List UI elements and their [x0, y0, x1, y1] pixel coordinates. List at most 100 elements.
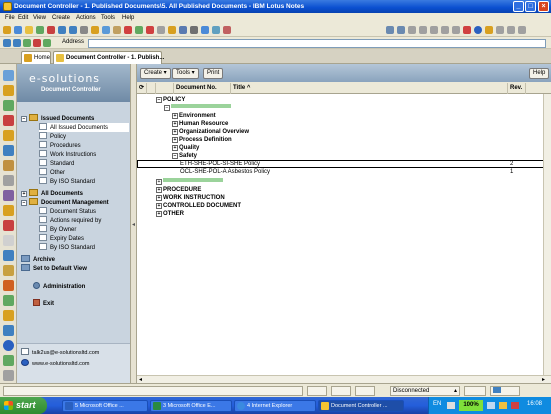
tray-icon-3[interactable]: [499, 402, 507, 409]
remove-icon[interactable]: [146, 26, 154, 34]
view-row[interactable]: − POLICY: [137, 96, 551, 104]
tab-document-controller[interactable]: Document Controller - 1. Publish...: [53, 51, 164, 64]
view-row[interactable]: + Human Resource: [137, 120, 551, 128]
bookmark-teamroom-icon[interactable]: [3, 295, 14, 306]
taskbar-item-document-controller[interactable]: Document Controller ...: [318, 400, 404, 412]
contact-website[interactable]: www.e-solutionsltd.com: [21, 359, 89, 367]
taskbar-item-internet-explorer[interactable]: 4 Internet Explorer: [234, 400, 316, 412]
language-indicator[interactable]: EN: [433, 401, 441, 407]
maximize-button[interactable]: □: [525, 1, 536, 12]
bookmark-mail-icon[interactable]: [3, 70, 14, 81]
bookmark-replication-icon[interactable]: [3, 130, 14, 141]
view-row[interactable]: + Environment: [137, 112, 551, 120]
menu-actions[interactable]: Actions: [76, 15, 96, 21]
expand-twistie-icon[interactable]: +: [172, 129, 178, 135]
bookmark-tools-icon[interactable]: [3, 265, 14, 276]
nav-item-procedures[interactable]: Procedures: [39, 141, 81, 150]
mail-icon[interactable]: [179, 26, 187, 34]
nav-forward-icon[interactable]: [13, 39, 21, 47]
bookmark-documents-icon[interactable]: [3, 310, 14, 321]
collapse-icon[interactable]: −: [21, 200, 27, 206]
expand-twistie-icon[interactable]: +: [156, 187, 162, 193]
expand-twistie-icon[interactable]: +: [172, 145, 178, 151]
nav-item-set-to-default-view[interactable]: Set to Default View: [21, 264, 87, 273]
scroll-left-icon[interactable]: ◂: [139, 376, 142, 383]
alert-icon[interactable]: [463, 26, 471, 34]
replicate-icon[interactable]: [201, 26, 209, 34]
close-button[interactable]: ×: [538, 1, 549, 12]
menu-create[interactable]: Create: [52, 15, 70, 21]
copy-icon[interactable]: [102, 26, 110, 34]
tools-button[interactable]: Tools ▾: [172, 68, 199, 79]
scroll-right-icon[interactable]: ▸: [542, 376, 545, 383]
nav-item-expiry-dates[interactable]: Expiry Dates: [39, 234, 84, 243]
bookmark-notes-icon[interactable]: [3, 235, 14, 246]
globe-icon[interactable]: [474, 26, 482, 34]
taskbar-item-office-2[interactable]: 3 Microsoft Office E...: [150, 400, 232, 412]
arrange-icon[interactable]: [430, 26, 438, 34]
back-icon[interactable]: [58, 26, 66, 34]
nav-back-icon[interactable]: [3, 39, 11, 47]
bookmark-reports-icon[interactable]: [3, 355, 14, 366]
home-icon[interactable]: [23, 39, 31, 47]
expand-twistie-icon[interactable]: +: [156, 211, 162, 217]
menu-help[interactable]: Help: [122, 15, 134, 21]
paste-icon[interactable]: [113, 26, 121, 34]
view-row[interactable]: + OTHER: [137, 210, 551, 218]
bookmark-more-icon[interactable]: [3, 370, 14, 381]
tab-home[interactable]: Home: [21, 51, 51, 64]
start-button[interactable]: start: [0, 397, 47, 414]
add-icon[interactable]: [135, 26, 143, 34]
print-button[interactable]: Print: [203, 68, 224, 79]
bookmark-internet-icon[interactable]: [3, 340, 14, 351]
nav-stop-icon[interactable]: [33, 39, 41, 47]
view-row[interactable]: +: [137, 178, 551, 186]
nav-item-by-iso-standard[interactable]: By ISO Standard: [39, 177, 95, 186]
view-row[interactable]: −: [137, 104, 551, 112]
battery-zoom-indicator[interactable]: 100%: [459, 400, 483, 411]
bookmark-todo-icon[interactable]: [3, 115, 14, 126]
bookmark-databases-icon[interactable]: [3, 145, 14, 156]
settings-icon[interactable]: [507, 26, 515, 34]
bookmark-web-icon[interactable]: [3, 250, 14, 261]
taskbar-item-office-1[interactable]: 5 Microsoft Office ...: [62, 400, 148, 412]
open-icon[interactable]: [3, 26, 11, 34]
cascade-icon[interactable]: [452, 26, 460, 34]
nav-item-other[interactable]: Other: [39, 168, 65, 177]
refresh-column[interactable]: ⟳: [137, 83, 147, 94]
nav-item-all-issued-documents[interactable]: All Issued Documents: [39, 123, 129, 132]
column-title[interactable]: Title ^: [231, 83, 508, 94]
menu-file[interactable]: File: [5, 15, 15, 21]
panel-icon[interactable]: [408, 26, 416, 34]
minimize-button[interactable]: _: [513, 1, 524, 12]
properties-icon[interactable]: [157, 26, 165, 34]
bookmark-contacts-icon[interactable]: [3, 100, 14, 111]
help-button[interactable]: Help: [529, 68, 550, 79]
nav-item-all-documents[interactable]: + All Documents: [21, 189, 83, 198]
nav-item-actions-required-by[interactable]: Actions required by: [39, 216, 101, 225]
view-row[interactable]: + Quality: [137, 144, 551, 152]
nav-administration[interactable]: Administration: [33, 282, 85, 290]
window-icon[interactable]: [419, 26, 427, 34]
bookmark-forms-icon[interactable]: [3, 325, 14, 336]
nav-item-document-status[interactable]: Document Status: [39, 207, 96, 216]
expand-twistie-icon[interactable]: +: [172, 113, 178, 119]
nav-item-policy[interactable]: Policy: [39, 132, 66, 141]
vertical-scrollbar[interactable]: [543, 94, 551, 375]
bookmark-icon[interactable]: [168, 26, 176, 34]
folder-open-icon[interactable]: [485, 26, 493, 34]
expand-twistie-icon[interactable]: +: [156, 203, 162, 209]
nav-item-by-iso-standard[interactable]: By ISO Standard: [39, 243, 95, 252]
bookmark-apps-icon[interactable]: [3, 190, 14, 201]
nav-item-standard[interactable]: Standard: [39, 159, 74, 168]
expand-icon[interactable]: +: [21, 191, 27, 197]
preview-icon[interactable]: [397, 26, 405, 34]
view-refresh-icon[interactable]: ⟳: [139, 85, 144, 91]
bookmark-workspace-icon[interactable]: [3, 220, 14, 231]
collapse-icon[interactable]: −: [21, 116, 27, 122]
forward-icon[interactable]: [69, 26, 77, 34]
calendar-icon[interactable]: [212, 26, 220, 34]
print-icon[interactable]: [80, 26, 88, 34]
nav-refresh-icon[interactable]: [43, 39, 51, 47]
nav-exit[interactable]: Exit: [33, 299, 54, 307]
